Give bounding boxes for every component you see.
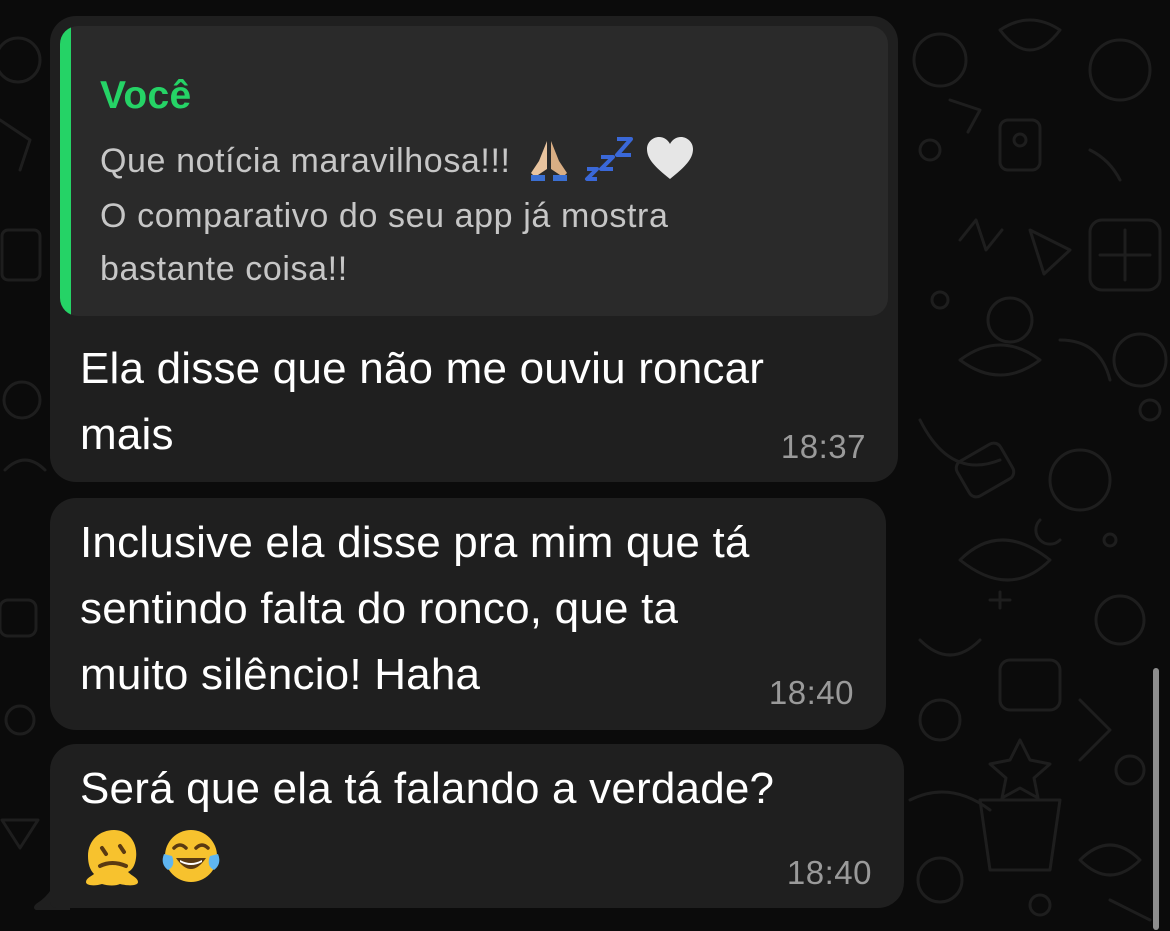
- message-line: Ela disse que não me ouviu roncar: [80, 344, 765, 393]
- message-bubble[interactable]: Inclusive ela disse pra mim que tá senti…: [50, 498, 886, 730]
- quote-line: Que notícia maravilhosa!!!: [100, 142, 511, 180]
- message-line: Será que ela tá falando a verdade?: [80, 764, 775, 813]
- message-text: Será que ela tá falando a verdade?: [80, 756, 774, 888]
- message-line: sentindo falta do ronco, que ta: [80, 584, 679, 633]
- quote-line: bastante coisa!!: [100, 249, 348, 288]
- quote-author: Você: [100, 74, 192, 117]
- quote-text: Que notícia maravilhosa!!! O comparativo…: [100, 135, 880, 296]
- message-line: muito silêncio! Haha: [80, 650, 481, 699]
- message-timestamp: 18:40: [786, 854, 872, 891]
- folded-hands-icon: [530, 140, 567, 181]
- quoted-message[interactable]: Você Que notícia maravilhosa!!! O compar…: [60, 26, 888, 316]
- message-bubble[interactable]: Você Que notícia maravilhosa!!! O compar…: [50, 16, 898, 482]
- zzz-icon: [584, 136, 633, 181]
- message-line: mais: [80, 410, 174, 459]
- message-text: Inclusive ela disse pra mim que tá senti…: [80, 510, 750, 708]
- white-heart-icon: [646, 136, 693, 179]
- quote-accent-bar: [60, 26, 71, 316]
- melting-face-icon: [86, 830, 138, 886]
- quote-line: O comparativo do seu app já mostra: [100, 196, 669, 235]
- message-line: Inclusive ela disse pra mim que tá: [80, 518, 750, 567]
- message-bubble[interactable]: Será que ela tá falando a verdade? 18:40: [50, 744, 904, 908]
- face-with-tears-of-joy-icon: [163, 830, 220, 883]
- message-timestamp: 18:40: [768, 674, 854, 711]
- message-text: Ela disse que não me ouviu roncar mais: [80, 336, 764, 468]
- scrollbar[interactable]: [1153, 668, 1159, 930]
- message-timestamp: 18:37: [780, 428, 866, 465]
